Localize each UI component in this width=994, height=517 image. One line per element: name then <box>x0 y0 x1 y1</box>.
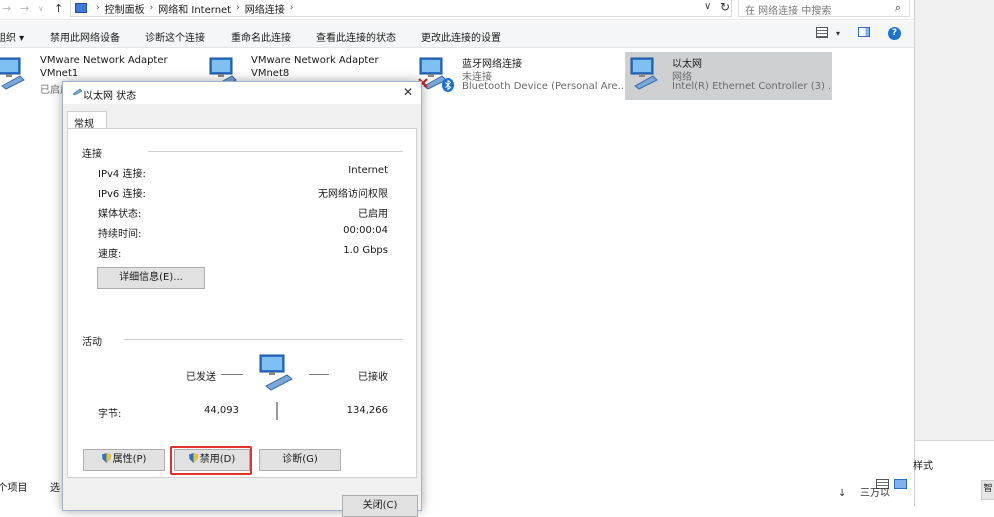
divider <box>124 339 403 340</box>
adapter-ethernet[interactable]: 以太网 网络 Intel(R) Ethernet Controller (3) … <box>625 52 832 100</box>
rename-connection-button[interactable]: 重命名此连接 <box>231 29 291 44</box>
down-arrow-icon: ↓ <box>838 488 847 499</box>
sent-label: 已发送 <box>186 372 216 383</box>
background-text: 样式 <box>913 461 933 472</box>
background-scroll-icon: 智 <box>981 480 994 500</box>
background-window: 样式 智 <box>913 0 994 506</box>
media-state-label: 媒体状态: <box>98 209 142 220</box>
properties-button[interactable]: 属性(P) <box>83 449 165 471</box>
ipv4-label: IPv4 连接: <box>98 169 146 180</box>
refresh-icon[interactable]: ↻ <box>720 0 730 14</box>
sent-dash <box>221 374 243 375</box>
general-panel: 连接 IPv4 连接: Internet IPv6 连接: 无网络访问权限 媒体… <box>67 128 417 478</box>
speed-value: 1.0 Gbps <box>343 245 388 256</box>
breadcrumb-separator-icon: › <box>236 3 240 13</box>
selected-count: 选 <box>50 483 60 494</box>
uac-shield-icon <box>101 453 111 463</box>
adapter-bluetooth[interactable]: 蓝牙网络连接 未连接 Bluetooth Device (Personal Ar… <box>414 52 627 100</box>
divider <box>148 151 403 152</box>
bytes-label: 字节: <box>98 409 122 420</box>
ethernet-status-dialog: 以太网 状态 ✕ 常规 连接 IPv4 连接: Internet IPv6 连接… <box>62 81 422 517</box>
change-view-icon[interactable] <box>816 27 828 38</box>
media-state-value: 已启用 <box>358 209 388 220</box>
dialog-titlebar: 以太网 状态 ✕ <box>63 82 421 104</box>
breadcrumb-separator-icon: › <box>149 3 154 13</box>
activity-separator <box>276 402 278 420</box>
ipv6-label: IPv6 连接: <box>98 189 146 200</box>
close-button[interactable]: 关闭(C) <box>342 495 418 517</box>
command-bar: 组织 ▾ 禁用此网络设备 诊断这个连接 重命名此连接 查看此连接的状态 更改此连… <box>0 21 914 48</box>
breadcrumb-network-connections[interactable]: 网络连接 <box>245 1 285 16</box>
duration-label: 持续时间: <box>98 229 142 240</box>
bytes-received-value: 134,266 <box>346 405 388 416</box>
adapter-subname: VMnet8 <box>251 68 290 79</box>
ipv4-value: Internet <box>348 165 388 176</box>
breadcrumb-control-panel[interactable]: 控制面板 <box>105 1 145 16</box>
adapter-subname: VMnet1 <box>40 68 79 79</box>
breadcrumb-network-internet[interactable]: 网络和 Internet <box>158 1 231 16</box>
breadcrumb-separator-icon: › <box>96 3 100 13</box>
search-placeholder: 在 网络连接 中搜索 <box>745 6 832 17</box>
address-dropdown-icon[interactable]: ∨ <box>704 1 711 12</box>
organize-button[interactable]: 组织 ▾ <box>0 29 24 44</box>
preview-pane-icon[interactable] <box>858 27 870 37</box>
change-settings-button[interactable]: 更改此连接的设置 <box>421 29 501 44</box>
breadcrumb-separator-icon: › <box>289 3 294 13</box>
speed-label: 速度: <box>98 249 122 260</box>
details-button[interactable]: 详细信息(E)... <box>97 267 205 289</box>
view-status-button[interactable]: 查看此连接的状态 <box>316 29 396 44</box>
close-icon[interactable]: ✕ <box>403 85 413 99</box>
diagnose-button[interactable]: 诊断(G) <box>259 449 341 471</box>
received-dash <box>309 374 329 375</box>
tab-general[interactable]: 常规 <box>67 111 107 130</box>
up-arrow-icon[interactable]: ↑ <box>54 2 63 15</box>
forward-arrow-icon[interactable]: → <box>20 2 29 15</box>
large-icons-view-icon[interactable] <box>894 479 907 489</box>
received-label: 已接收 <box>358 372 388 383</box>
disable-device-button[interactable]: 禁用此网络设备 <box>50 29 120 44</box>
dialog-title: 以太网 状态 <box>83 91 137 102</box>
background-bottom-text: 三万以 <box>860 488 890 499</box>
adapter-device: Bluetooth Device (Personal Are... <box>462 81 628 92</box>
bluetooth-icon <box>442 78 454 92</box>
network-small-icon <box>73 88 82 95</box>
recent-dropdown-icon[interactable]: ∨ <box>38 4 44 13</box>
diagnose-connection-button[interactable]: 诊断这个连接 <box>145 29 205 44</box>
address-bar: → → ∨ ↑ › 控制面板 › 网络和 Internet › 网络连接 › ∨… <box>0 0 914 20</box>
view-dropdown-icon[interactable]: ▾ <box>836 29 840 38</box>
control-panel-icon <box>75 3 87 13</box>
network-adapter-icon <box>0 57 25 90</box>
adapter-device: Intel(R) Ethernet Controller (3) ... <box>672 81 830 92</box>
activity-group-label: 活动 <box>82 337 102 348</box>
properties-label: 属性(P) <box>112 454 147 465</box>
bytes-sent-value: 44,093 <box>204 405 239 416</box>
adapter-name: VMware Network Adapter <box>251 55 379 66</box>
duration-value: 00:00:04 <box>343 225 388 236</box>
help-icon[interactable]: ? <box>888 27 901 40</box>
search-icon: ⌕ <box>894 1 901 14</box>
adapter-name: VMware Network Adapter <box>40 55 168 66</box>
highlight-box <box>170 446 252 475</box>
connection-group-label: 连接 <box>82 149 102 160</box>
item-count: 4 个项目 <box>0 483 28 494</box>
back-arrow-icon[interactable]: → <box>2 2 11 15</box>
breadcrumb[interactable]: › 控制面板 › 网络和 Internet › 网络连接 › <box>70 0 732 17</box>
network-adapter-icon <box>630 57 658 90</box>
network-activity-icon <box>259 354 293 391</box>
search-input[interactable]: 在 网络连接 中搜索 ⌕ <box>738 0 910 17</box>
ipv6-value: 无网络访问权限 <box>318 189 388 200</box>
